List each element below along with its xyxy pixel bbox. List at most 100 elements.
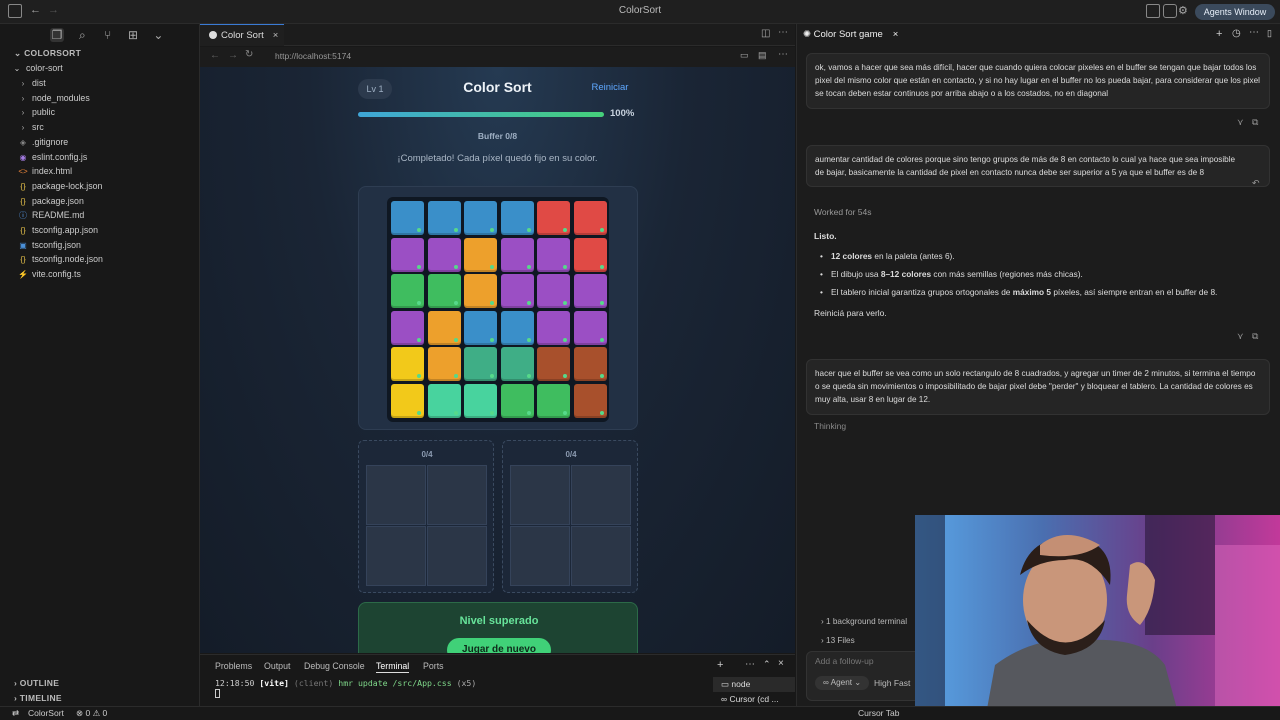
background-terminal-item[interactable]: › 1 background terminal (821, 617, 907, 626)
reload-icon[interactable]: ↻ (245, 49, 253, 60)
url-field[interactable]: http://localhost:5174 (275, 51, 351, 61)
terminal-session-node[interactable]: ▭ node (713, 677, 795, 692)
tab-debug-console[interactable]: Debug Console (304, 661, 365, 671)
tab-color-sort[interactable]: Color Sort × (200, 24, 284, 46)
source-control-icon[interactable]: ⑂ (101, 28, 115, 42)
close-icon[interactable]: × (778, 658, 784, 669)
pixel-cell[interactable] (500, 274, 534, 308)
add-terminal-icon[interactable]: + (717, 659, 723, 671)
pixel-cell[interactable] (391, 310, 424, 345)
history-icon[interactable]: ◷ (1232, 28, 1241, 39)
pixel-cell[interactable] (464, 237, 497, 272)
forward-arrow-icon[interactable]: → (228, 50, 238, 61)
timeline-section[interactable]: › TIMELINE (14, 693, 62, 703)
thumbs-icon[interactable]: ⋎ (1237, 117, 1244, 128)
search-icon[interactable]: ⌕ (75, 28, 89, 42)
files-item[interactable]: › 13 Files (821, 636, 855, 645)
pixel-cell[interactable] (500, 347, 534, 381)
pixel-cell[interactable] (427, 237, 461, 272)
devtools-icon[interactable]: ▤ (758, 50, 767, 61)
back-arrow-icon[interactable]: ← (210, 50, 220, 61)
tree-item[interactable]: ◈ .gitignore (0, 135, 200, 150)
split-editor-icon[interactable]: ◫ (761, 28, 770, 39)
outline-section[interactable]: › OUTLINE (14, 678, 59, 688)
pixel-cell[interactable] (537, 383, 570, 418)
tab-terminal[interactable]: Terminal (376, 661, 410, 673)
pixel-cell[interactable] (537, 237, 570, 272)
chevron-down-icon[interactable]: ⌄ (151, 28, 165, 42)
undo-icon[interactable]: ↶ (1252, 178, 1260, 189)
user-message-1[interactable]: ok, vamos a hacer que sea más difícil, h… (806, 53, 1270, 109)
pixel-cell[interactable] (391, 274, 424, 308)
tree-item[interactable]: {} package-lock.json (0, 179, 200, 194)
terminal-session-cursor[interactable]: ∞ Cursor (cd ... (713, 692, 795, 707)
model-select[interactable]: High Fast (874, 678, 910, 688)
pixel-cell[interactable] (573, 237, 607, 272)
tree-item[interactable]: ⓘ README.md (0, 208, 200, 223)
more-icon[interactable]: ⋯ (1249, 27, 1259, 38)
remote-icon[interactable]: ⇄ (12, 708, 19, 719)
pixel-cell[interactable] (537, 201, 570, 235)
pixel-cell[interactable] (500, 201, 534, 235)
pixel-cell[interactable] (464, 274, 497, 308)
tree-item[interactable]: <> index.html (0, 164, 200, 179)
layout-icon[interactable] (1146, 4, 1160, 18)
buffer-box-1[interactable]: 0/4 (358, 440, 494, 593)
buffer-box-2[interactable]: 0/4 (502, 440, 638, 593)
agents-window-button[interactable]: Agents Window (1195, 4, 1275, 20)
more-icon[interactable]: ⋯ (778, 27, 788, 38)
pixel-cell[interactable] (427, 347, 461, 381)
user-message-3[interactable]: hacer que el buffer se vea como un solo … (806, 359, 1270, 415)
pixel-cell[interactable] (537, 310, 570, 345)
maximize-icon[interactable]: ⌃ (763, 659, 771, 670)
pixel-cell[interactable] (391, 383, 424, 418)
panel-toggle-icon[interactable]: ▯ (1267, 28, 1272, 39)
new-chat-icon[interactable]: + (1216, 28, 1222, 40)
copy-icon[interactable]: ⧉ (1252, 331, 1258, 342)
explorer-section-header[interactable]: ⌄ COLORSORT (14, 48, 81, 59)
tree-item[interactable]: › src (0, 120, 200, 135)
pixel-cell[interactable] (537, 347, 570, 381)
thumbs-icon[interactable]: ⋎ (1237, 331, 1244, 342)
folder-color-sort[interactable]: ⌄ color-sort (0, 61, 200, 76)
pixel-cell[interactable] (427, 201, 461, 235)
tab-ports[interactable]: Ports (423, 661, 444, 671)
tree-item[interactable]: › node_modules (0, 91, 200, 106)
close-icon[interactable]: × (893, 29, 899, 40)
tab-problems[interactable]: Problems (215, 661, 252, 671)
pixel-cell[interactable] (537, 274, 570, 308)
pixel-cell[interactable] (573, 347, 607, 381)
agent-mode-select[interactable]: ∞ Agent ⌄ (815, 676, 870, 690)
pixel-cell[interactable] (427, 310, 461, 345)
tree-item[interactable]: › public (0, 105, 200, 120)
pixel-cell[interactable] (391, 237, 424, 272)
user-message-2[interactable]: aumentar cantidad de colores porque sino… (806, 145, 1270, 188)
pixel-cell[interactable] (464, 310, 497, 345)
chat-tab[interactable]: ✺ Color Sort game × (803, 24, 898, 46)
pixel-cell[interactable] (391, 201, 424, 235)
tree-item[interactable]: {} tsconfig.node.json (0, 252, 200, 267)
pixel-cell[interactable] (573, 274, 607, 308)
gear-icon[interactable]: ⚙ (1178, 4, 1188, 17)
pixel-cell[interactable] (464, 347, 497, 381)
pixel-cell[interactable] (500, 383, 534, 418)
pixel-cell[interactable] (573, 201, 607, 235)
pixel-cell[interactable] (427, 274, 461, 308)
restart-button[interactable]: Reiniciar (580, 82, 640, 93)
tree-item[interactable]: ⚡ vite.config.ts (0, 267, 200, 282)
tab-output[interactable]: Output (264, 661, 290, 671)
pixel-cell[interactable] (464, 383, 497, 418)
files-icon[interactable]: ❐ (50, 28, 64, 42)
pixel-cell[interactable] (500, 310, 534, 345)
pixel-cell[interactable] (427, 383, 461, 418)
pixel-cell[interactable] (500, 237, 534, 272)
pixel-cell[interactable] (573, 383, 607, 418)
play-again-button[interactable]: Jugar de nuevo (447, 638, 551, 653)
extensions-icon[interactable]: ⊞ (126, 28, 140, 42)
chat-icon[interactable] (1163, 4, 1177, 18)
problems-count[interactable]: ⊗ 0 ⚠ 0 (76, 708, 107, 719)
copy-icon[interactable]: ⧉ (1252, 117, 1258, 128)
pixel-cell[interactable] (464, 201, 497, 235)
close-icon[interactable]: × (273, 30, 279, 41)
screen-icon[interactable]: ▭ (740, 50, 749, 61)
